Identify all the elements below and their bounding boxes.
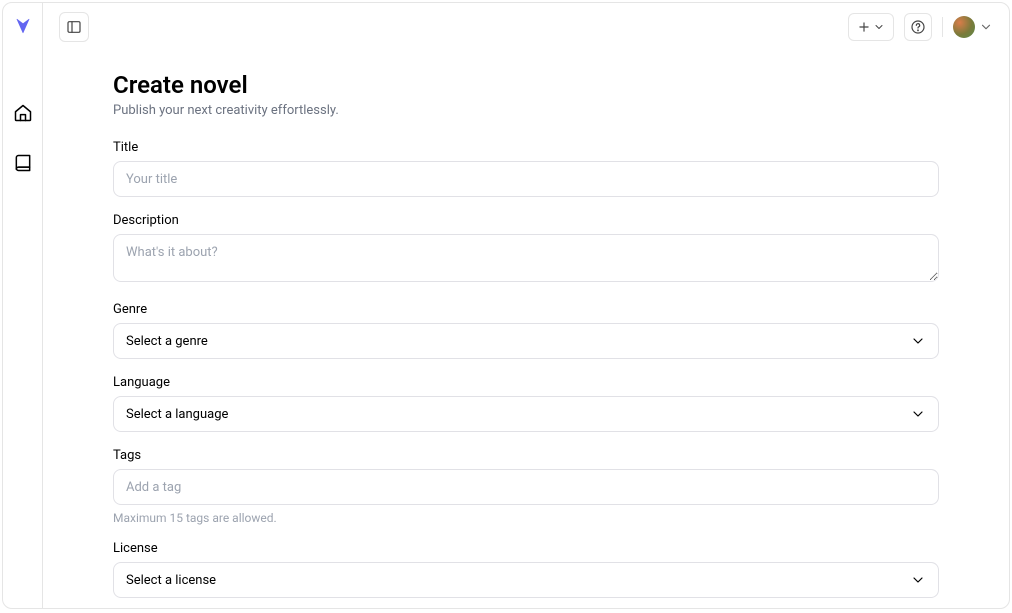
tags-helper: Maximum 15 tags are allowed. bbox=[113, 511, 939, 525]
chevron-down-icon bbox=[910, 572, 926, 588]
panel-toggle-icon[interactable] bbox=[59, 12, 89, 42]
genre-selected: Select a genre bbox=[126, 334, 208, 349]
license-select[interactable]: Select a license bbox=[113, 562, 939, 598]
license-label: License bbox=[113, 541, 939, 556]
chevron-down-icon bbox=[910, 406, 926, 422]
avatar bbox=[953, 16, 975, 38]
license-selected: Select a license bbox=[126, 573, 216, 588]
home-icon[interactable] bbox=[7, 97, 39, 129]
chevron-down-icon bbox=[910, 333, 926, 349]
language-label: Language bbox=[113, 375, 939, 390]
language-selected: Select a language bbox=[126, 407, 228, 422]
description-input[interactable] bbox=[113, 234, 939, 282]
chevron-down-icon bbox=[873, 21, 885, 33]
page-subtitle: Publish your next creativity effortlessl… bbox=[113, 103, 939, 118]
tags-label: Tags bbox=[113, 448, 939, 463]
topbar bbox=[43, 3, 1009, 51]
book-icon[interactable] bbox=[7, 147, 39, 179]
tags-input[interactable] bbox=[113, 469, 939, 505]
new-button[interactable] bbox=[848, 13, 894, 41]
genre-select[interactable]: Select a genre bbox=[113, 323, 939, 359]
genre-label: Genre bbox=[113, 302, 939, 317]
language-select[interactable]: Select a language bbox=[113, 396, 939, 432]
help-icon[interactable] bbox=[904, 13, 932, 41]
user-menu[interactable] bbox=[953, 16, 993, 38]
divider bbox=[942, 17, 943, 37]
page-title: Create novel bbox=[113, 71, 939, 99]
sidebar bbox=[3, 3, 43, 608]
description-label: Description bbox=[113, 213, 939, 228]
title-input[interactable] bbox=[113, 161, 939, 197]
chevron-down-icon bbox=[979, 20, 993, 34]
logo-icon[interactable] bbox=[14, 17, 32, 35]
title-label: Title bbox=[113, 140, 939, 155]
